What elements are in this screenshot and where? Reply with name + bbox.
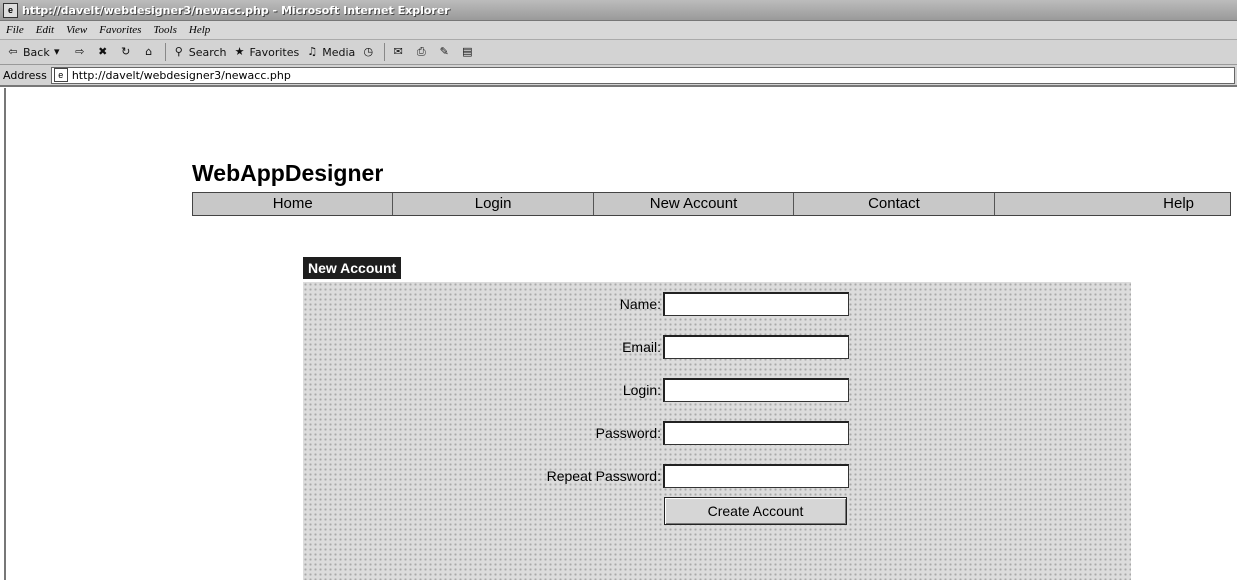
window-title: http://davelt/webdesigner3/newacc.php - … [22, 3, 450, 17]
password-label: Password: [595, 425, 661, 441]
nav-login[interactable]: Login [393, 193, 594, 215]
browser-toolbar: ⇦ Back ▾ ⇨ ✖ ↻ ⌂ ⚲ Search ★ Favorites ♫ … [0, 40, 1237, 65]
forward-arrow-icon: ⇨ [75, 45, 85, 58]
password-field[interactable] [663, 421, 849, 445]
address-url[interactable]: http://davelt/webdesigner3/newacc.php [72, 69, 291, 82]
search-icon: ⚲ [174, 45, 183, 58]
menu-help[interactable]: Help [189, 24, 210, 36]
site-title: WebAppDesigner [192, 160, 384, 186]
menu-view[interactable]: View [66, 24, 87, 36]
media-label: Media [322, 45, 356, 59]
search-label: Search [188, 45, 227, 59]
create-account-button[interactable]: Create Account [664, 497, 847, 525]
name-label: Name: [619, 296, 661, 312]
chevron-down-icon[interactable]: ▾ [50, 45, 64, 59]
menu-file[interactable]: File [6, 24, 24, 36]
address-label: Address [3, 68, 47, 82]
history-button[interactable]: ◷ [361, 45, 378, 59]
back-button[interactable]: ⇦ Back ▾ [6, 45, 67, 59]
form-row-repeat-password: Repeat Password: [303, 464, 1131, 490]
star-icon: ★ [234, 45, 245, 58]
print-icon: ⎙ [416, 45, 426, 58]
home-icon: ⌂ [145, 45, 153, 58]
mail-button[interactable]: ✉ [391, 45, 408, 59]
back-arrow-icon: ⇦ [8, 45, 18, 58]
menu-favorites[interactable]: Favorites [99, 24, 141, 36]
menu-tools[interactable]: Tools [153, 24, 176, 36]
title-bar: e http://davelt/webdesigner3/newacc.php … [0, 0, 1237, 21]
page-icon: e [53, 68, 68, 82]
main-nav: Home Login New Account Contact Help [192, 192, 1231, 216]
panel-header: New Account [303, 257, 402, 279]
refresh-button[interactable]: ↻ [119, 45, 136, 59]
form-row-password: Password: [303, 421, 1131, 447]
stop-icon: ✖ [98, 45, 108, 58]
ie-icon: e [3, 2, 18, 18]
nav-contact[interactable]: Contact [794, 193, 995, 215]
menu-edit[interactable]: Edit [36, 24, 54, 36]
address-input[interactable]: e http://davelt/webdesigner3/newacc.php [50, 66, 1235, 84]
edit-button[interactable]: ✎ [437, 45, 454, 59]
stop-button[interactable]: ✖ [96, 45, 113, 59]
login-label: Login: [622, 382, 661, 398]
repeat-password-label: Repeat Password: [546, 468, 661, 484]
form-row-login: Login: [303, 378, 1131, 404]
search-button[interactable]: ⚲ Search [172, 45, 227, 59]
form-row-email: Email: [303, 335, 1131, 361]
nav-help[interactable]: Help [995, 193, 1230, 215]
discuss-button[interactable]: ▤ [460, 45, 477, 59]
nav-home[interactable]: Home [193, 193, 394, 215]
back-label: Back [23, 45, 50, 59]
mail-icon: ✉ [393, 45, 403, 58]
toolbar-separator [164, 43, 166, 61]
toolbar-separator [384, 43, 386, 61]
repeat-password-field[interactable] [663, 464, 849, 488]
favorites-button[interactable]: ★ Favorites [233, 45, 300, 59]
refresh-icon: ↻ [121, 45, 131, 58]
new-account-form: Name: Email: Login: Password: Repeat Pas… [303, 282, 1131, 580]
login-field[interactable] [663, 378, 849, 402]
email-label: Email: [622, 339, 661, 355]
home-button[interactable]: ⌂ [142, 45, 159, 59]
page-viewport: WebAppDesigner Home Login New Account Co… [4, 88, 1237, 580]
address-bar: Address e http://davelt/webdesigner3/new… [0, 65, 1237, 87]
media-button[interactable]: ♫ Media [305, 45, 355, 59]
print-button[interactable]: ⎙ [414, 45, 431, 59]
menu-bar: File Edit View Favorites Tools Help [0, 21, 1237, 40]
edit-page-icon: ✎ [439, 45, 449, 58]
media-icon: ♫ [307, 45, 318, 58]
forward-button[interactable]: ⇨ [73, 45, 90, 59]
form-row-name: Name: [303, 292, 1131, 318]
history-icon: ◷ [363, 45, 374, 58]
favorites-label: Favorites [249, 45, 300, 59]
nav-new-account[interactable]: New Account [594, 193, 795, 215]
discuss-icon: ▤ [462, 45, 473, 58]
email-field[interactable] [663, 335, 849, 359]
name-field[interactable] [663, 292, 849, 316]
